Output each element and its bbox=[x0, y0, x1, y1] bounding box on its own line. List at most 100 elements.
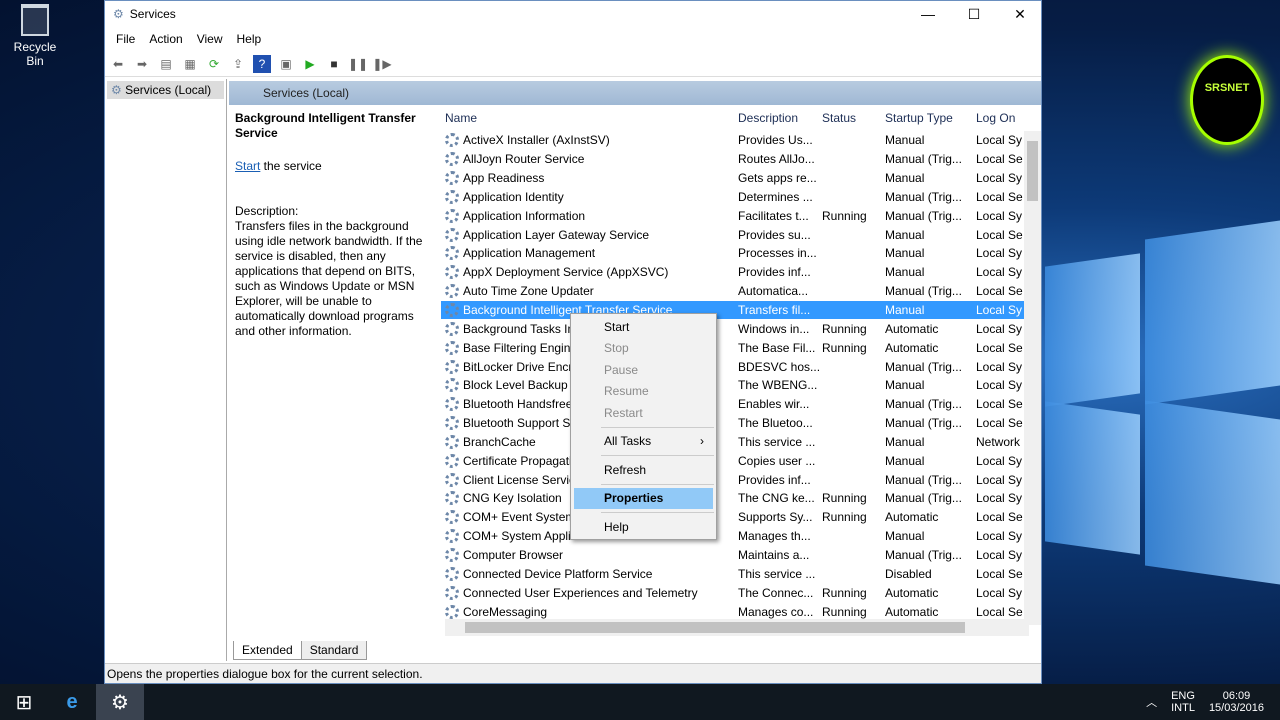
table-row[interactable]: Bluetooth Handsfree Enables wir... Manual … bbox=[441, 395, 1041, 414]
service-name: Bluetooth Handsfree bbox=[463, 397, 573, 412]
col-status[interactable]: Status bbox=[822, 111, 885, 125]
refresh-icon[interactable]: ⟳ bbox=[205, 55, 223, 73]
show-tree-icon[interactable]: ▤ bbox=[157, 55, 175, 73]
cell-startup-type: Manual bbox=[885, 434, 925, 449]
service-name: AppX Deployment Service (AppXSVC) bbox=[463, 265, 669, 280]
services-gear-icon: ⚙ bbox=[113, 7, 124, 21]
console-icon[interactable]: ▣ bbox=[277, 55, 295, 73]
menu-item-start[interactable]: Start bbox=[571, 316, 716, 338]
table-row[interactable]: CNG Key Isolation The CNG ke... Running Man… bbox=[441, 489, 1041, 508]
table-row[interactable]: BitLocker Drive Encry BDESVC hos... Manual… bbox=[441, 357, 1041, 376]
table-row[interactable]: Connected User Experiences and Telemetry… bbox=[441, 583, 1041, 602]
start-button[interactable]: ⊞ bbox=[0, 684, 48, 720]
cell-log-on: Local Sy bbox=[976, 453, 1023, 468]
table-row[interactable]: Application Layer Gateway Service Provide… bbox=[441, 225, 1041, 244]
restart-icon[interactable]: ❚▶ bbox=[372, 55, 391, 73]
table-row[interactable]: AllJoyn Router Service Routes AllJo... Man… bbox=[441, 150, 1041, 169]
table-row[interactable]: App Readiness Gets apps re... Manual Local … bbox=[441, 169, 1041, 188]
cell-name: App Readiness bbox=[441, 171, 738, 186]
close-button[interactable]: ✕ bbox=[997, 1, 1043, 27]
cell-startup-type: Manual (Trig... bbox=[885, 472, 962, 487]
properties-icon[interactable]: ▦ bbox=[181, 55, 199, 73]
service-name: Certificate Propagati bbox=[463, 453, 572, 468]
table-row[interactable]: Application Management Processes in... Man… bbox=[441, 244, 1041, 263]
taskbar: ⊞ e ⚙ ︿ ENG INTL 06:09 15/03/2016 bbox=[0, 684, 1280, 720]
table-row[interactable]: ActiveX Installer (AxInstSV) Provides Us.… bbox=[441, 131, 1041, 150]
menu-action[interactable]: Action bbox=[142, 32, 189, 46]
table-row[interactable]: Auto Time Zone Updater Automatica... Manua… bbox=[441, 282, 1041, 301]
cell-log-on: Local Sy bbox=[976, 472, 1023, 487]
table-row[interactable]: Certificate Propagati Copies user ... Manu… bbox=[441, 451, 1041, 470]
menu-item-all-tasks[interactable]: All Tasks › bbox=[571, 431, 716, 453]
menu-file[interactable]: File bbox=[109, 32, 142, 46]
tab-standard[interactable]: Standard bbox=[300, 641, 368, 660]
service-gear-icon bbox=[445, 491, 459, 506]
col-log-on[interactable]: Log On bbox=[976, 111, 1031, 125]
clock[interactable]: 06:09 15/03/2016 bbox=[1209, 690, 1264, 714]
cell-startup-type: Automatic bbox=[885, 604, 939, 619]
table-row[interactable]: Bluetooth Support Se The Bluetoo... Manual… bbox=[441, 414, 1041, 433]
table-row[interactable]: Block Level Backup E The WBENG... Manual Lo… bbox=[441, 376, 1041, 395]
minimize-button[interactable]: — bbox=[905, 1, 951, 27]
cell-log-on: Local Sy bbox=[976, 378, 1023, 393]
help-icon[interactable]: ? bbox=[253, 54, 271, 73]
export-icon[interactable]: ⇪ bbox=[229, 55, 247, 73]
service-name: ActiveX Installer (AxInstSV) bbox=[463, 133, 610, 148]
service-name: Block Level Backup E bbox=[463, 378, 580, 393]
menu-separator bbox=[601, 483, 714, 485]
service-gear-icon bbox=[445, 378, 459, 393]
menu-item-help[interactable]: Help bbox=[571, 516, 716, 538]
service-gear-icon bbox=[445, 566, 459, 581]
maximize-button[interactable]: ☐ bbox=[951, 1, 997, 27]
menu-item-refresh[interactable]: Refresh bbox=[571, 459, 716, 481]
edge-icon[interactable]: e bbox=[48, 684, 96, 720]
cell-log-on: Local Se bbox=[976, 510, 1023, 525]
table-row[interactable]: Base Filtering Engine The Base Fil... Runn… bbox=[441, 338, 1041, 357]
tray-chevron-icon[interactable]: ︿ bbox=[1146, 694, 1157, 710]
table-row[interactable]: Application Identity Determines ... Manual… bbox=[441, 188, 1041, 207]
pause-icon[interactable]: ❚❚ bbox=[348, 55, 368, 73]
back-icon[interactable]: ⬅ bbox=[109, 55, 127, 73]
play-icon[interactable]: ▶ bbox=[301, 55, 319, 73]
menu-item-stop: Stop bbox=[604, 341, 629, 356]
cell-status: Running bbox=[822, 208, 867, 223]
col-name[interactable]: Name bbox=[441, 111, 738, 125]
cell-startup-type: Manual bbox=[885, 227, 925, 242]
cell-name: Application Layer Gateway Service bbox=[441, 227, 738, 242]
cell-description: Provides su... bbox=[738, 227, 811, 242]
table-row[interactable]: Connected Device Platform Service This se… bbox=[441, 564, 1041, 583]
menu-view[interactable]: View bbox=[190, 32, 230, 46]
forward-icon[interactable]: ➡ bbox=[133, 55, 151, 73]
menu-help[interactable]: Help bbox=[230, 32, 269, 46]
services-taskbar-icon[interactable]: ⚙ bbox=[96, 684, 144, 720]
table-row[interactable]: Client License Servic Provides inf... Manu… bbox=[441, 470, 1041, 489]
horizontal-scrollbar[interactable] bbox=[445, 619, 1029, 636]
service-gear-icon bbox=[445, 133, 459, 148]
tab-extended[interactable]: Extended bbox=[233, 641, 302, 660]
table-row[interactable]: BranchCache This service ... Manual Network bbox=[441, 433, 1041, 452]
table-row[interactable]: Background Intelligent Transfer Service T… bbox=[441, 300, 1041, 320]
tree-node-label: Services (Local) bbox=[125, 83, 212, 97]
table-row[interactable]: Computer Browser Maintains a... Manual (Tr… bbox=[441, 546, 1041, 565]
cell-description: This service ... bbox=[738, 566, 816, 581]
cell-name: Application Information bbox=[441, 208, 738, 223]
table-row[interactable]: AppX Deployment Service (AppXSVC) Provide… bbox=[441, 263, 1041, 282]
table-row[interactable]: COM+ Event System Supports Sy... Running Au… bbox=[441, 508, 1041, 527]
recycle-bin[interactable]: Recycle Bin bbox=[4, 4, 66, 68]
language-indicator[interactable]: ENG INTL bbox=[1171, 690, 1195, 714]
table-row[interactable]: Background Tasks In Windows in... Running A… bbox=[441, 319, 1041, 338]
stop-icon[interactable]: ■ bbox=[325, 55, 343, 73]
start-service-link[interactable]: Start bbox=[235, 159, 260, 173]
all-tasks-label: All Tasks bbox=[604, 434, 652, 449]
table-row[interactable]: Application Information Facilitates t... R… bbox=[441, 206, 1041, 225]
vertical-scrollbar[interactable] bbox=[1024, 131, 1041, 625]
col-description[interactable]: Description bbox=[738, 111, 822, 125]
service-name: BitLocker Drive Encry bbox=[463, 359, 579, 374]
service-gear-icon bbox=[445, 227, 459, 242]
windows-logo bbox=[1045, 220, 1280, 590]
tree-node-services-local[interactable]: ⚙ Services (Local) bbox=[107, 81, 224, 99]
menu-item-properties[interactable]: Properties bbox=[574, 487, 713, 509]
col-startup-type[interactable]: Startup Type bbox=[885, 111, 976, 125]
view-tabs: Extended Standard bbox=[233, 641, 368, 660]
table-row[interactable]: COM+ System Appli Manages th... Manual Loca… bbox=[441, 527, 1041, 546]
